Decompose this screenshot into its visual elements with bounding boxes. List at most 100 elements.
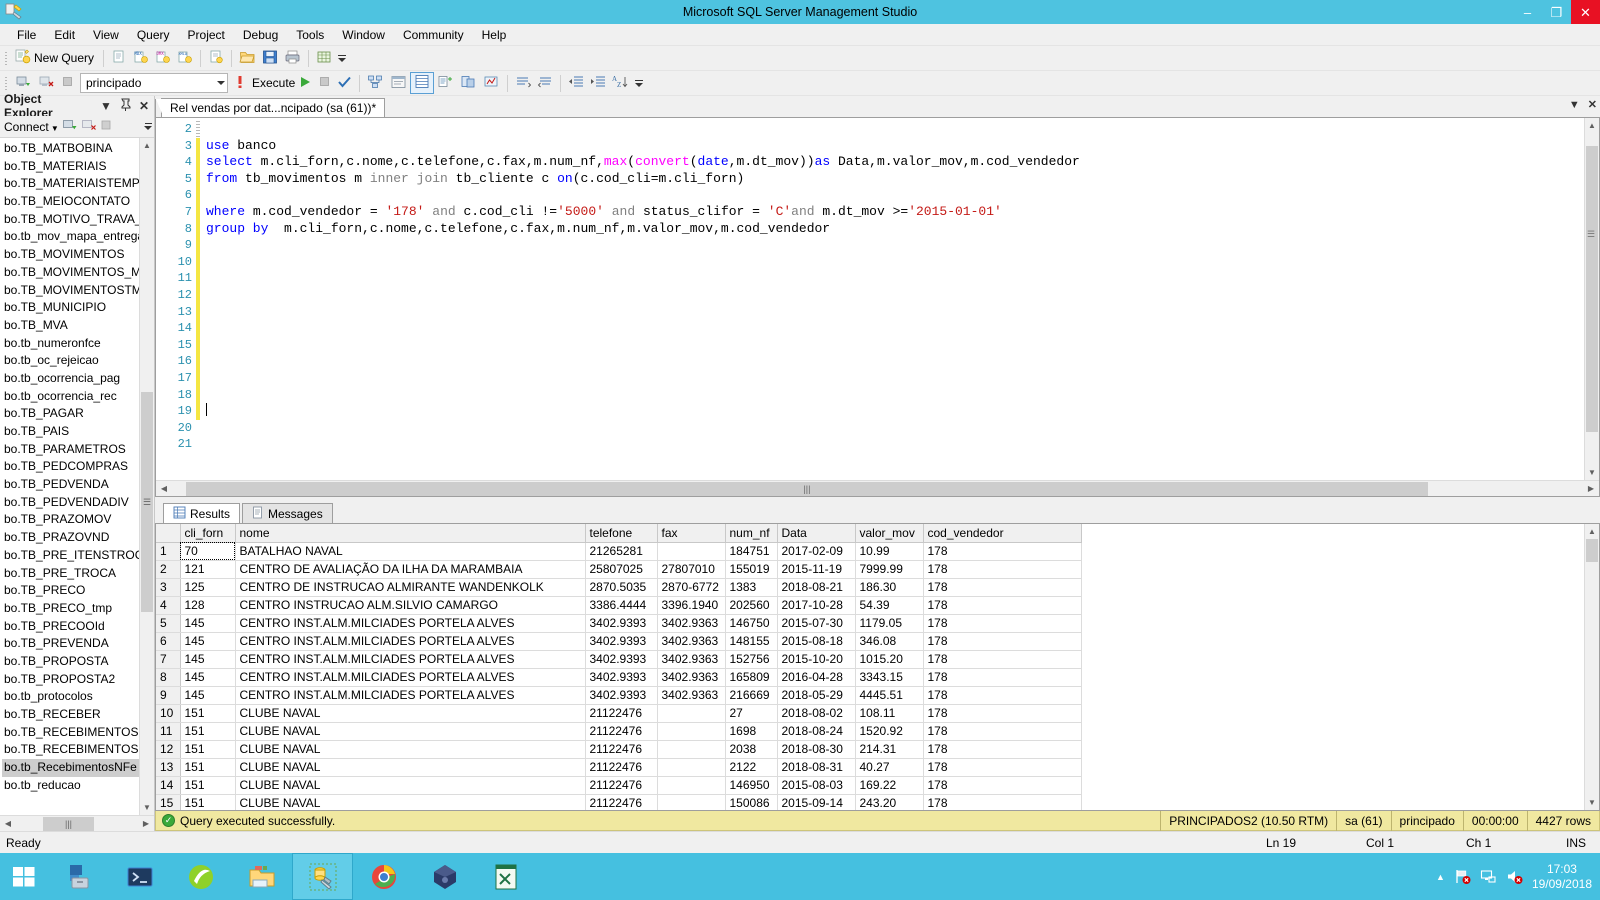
- save-button[interactable]: [259, 47, 281, 69]
- grid-cell[interactable]: 2015-10-20: [777, 650, 856, 669]
- grid-cell[interactable]: 4445.51: [855, 686, 924, 705]
- new-dmx-query-button[interactable]: DMX: [152, 47, 174, 69]
- row-number-cell[interactable]: 6: [156, 632, 181, 651]
- grid-cell[interactable]: 108.11: [855, 704, 924, 723]
- scroll-down-icon[interactable]: ▼: [1585, 465, 1599, 480]
- grid-cell[interactable]: 178: [923, 668, 1082, 687]
- scroll-track[interactable]: ☰: [140, 153, 154, 800]
- grid-cell[interactable]: 21122476: [585, 776, 658, 795]
- grid-cell[interactable]: CLUBE NAVAL: [235, 776, 586, 795]
- connect-object-explorer-icon[interactable]: [62, 118, 78, 136]
- menu-item-file[interactable]: File: [8, 24, 45, 46]
- grid-cell[interactable]: 2017-10-28: [777, 596, 856, 615]
- grid-cell[interactable]: 178: [923, 578, 1082, 597]
- toolbar-grip[interactable]: [3, 49, 10, 67]
- grid-cell[interactable]: CENTRO INST.ALM.MILCIADES PORTELA ALVES: [235, 650, 586, 669]
- grid-cell[interactable]: 21122476: [585, 740, 658, 759]
- scroll-down-icon[interactable]: ▼: [140, 800, 154, 815]
- grid-cell[interactable]: 3402.9363: [657, 632, 726, 651]
- object-explorer-node[interactable]: bo.TB_MUNICIPIO: [2, 299, 139, 317]
- grid-cell[interactable]: 2018-08-21: [777, 578, 856, 597]
- code-line[interactable]: [206, 403, 1584, 420]
- comment-button[interactable]: [512, 72, 534, 94]
- code-line[interactable]: [206, 436, 1584, 453]
- grid-cell[interactable]: 1179.05: [855, 614, 924, 633]
- table-row[interactable]: 14 151 CLUBE NAVAL 21122476 146950 2015-08-03…: [156, 776, 1082, 795]
- grid-cell[interactable]: 152756: [725, 650, 778, 669]
- object-explorer-node[interactable]: bo.tb_protocolos: [2, 688, 139, 706]
- code-line[interactable]: [206, 254, 1584, 271]
- grid-cell[interactable]: 2017-02-09: [777, 542, 856, 561]
- grid-cell[interactable]: 70: [180, 542, 236, 561]
- scroll-left-icon[interactable]: ◀: [0, 816, 16, 832]
- grid-cell[interactable]: [657, 722, 726, 741]
- new-query-button[interactable]: New Query: [12, 47, 99, 69]
- grid-cell[interactable]: 146750: [725, 614, 778, 633]
- grid-cell[interactable]: 3402.9363: [657, 686, 726, 705]
- grid-cell[interactable]: [657, 740, 726, 759]
- object-explorer-vertical-scrollbar[interactable]: ▲ ☰ ▼: [139, 138, 154, 815]
- grid-cell[interactable]: 151: [180, 722, 236, 741]
- object-explorer-node[interactable]: bo.TB_PRE_TROCA: [2, 565, 139, 583]
- object-explorer-node[interactable]: bo.TB_PRAZOVND: [2, 529, 139, 547]
- grid-cell[interactable]: 2122: [725, 758, 778, 777]
- pin-icon[interactable]: [118, 98, 133, 114]
- object-explorer-node[interactable]: bo.TB_MOVIMENTOSTMP: [2, 282, 139, 300]
- grid-cell[interactable]: 27: [725, 704, 778, 723]
- grid-cell[interactable]: 1698: [725, 722, 778, 741]
- grid-cell[interactable]: 150086: [725, 794, 778, 810]
- new-xmla-query-button[interactable]: XMLA: [174, 47, 196, 69]
- grid-column-header[interactable]: cod_vendedor: [923, 524, 1082, 543]
- parse-query-button[interactable]: [334, 72, 355, 94]
- grid-cell[interactable]: CENTRO DE INSTRUCAO ALMIRANTE WANDENKOLK: [235, 578, 586, 597]
- object-explorer-node[interactable]: bo.TB_PROPOSTA: [2, 653, 139, 671]
- toolbar-grip[interactable]: [3, 74, 10, 92]
- row-number-cell[interactable]: 11: [156, 722, 181, 741]
- table-row[interactable]: 1 70 BATALHAO NAVAL 21265281 184751 2017-02-0…: [156, 542, 1082, 561]
- menu-item-debug[interactable]: Debug: [234, 24, 287, 46]
- maximize-button[interactable]: ❐: [1542, 0, 1571, 24]
- object-explorer-horizontal-scrollbar[interactable]: ◀ ||| ▶: [0, 815, 154, 831]
- taskbar-server-manager-icon[interactable]: [48, 853, 109, 900]
- grid-cell[interactable]: CLUBE NAVAL: [235, 740, 586, 759]
- results-to-grid-button[interactable]: [410, 72, 435, 94]
- new-mdx-query-button[interactable]: MDX: [130, 47, 152, 69]
- decrease-indent-button[interactable]: [565, 72, 587, 94]
- row-number-cell[interactable]: 7: [156, 650, 181, 669]
- results-vertical-scrollbar[interactable]: ▲ ▼: [1584, 524, 1599, 810]
- grid-cell[interactable]: 1520.92: [855, 722, 924, 741]
- object-explorer-node[interactable]: bo.TB_MATERIAISTEMP: [2, 175, 139, 193]
- code-line[interactable]: [206, 370, 1584, 387]
- grid-cell[interactable]: BATALHAO NAVAL: [235, 542, 586, 561]
- grid-cell[interactable]: 214.31: [855, 740, 924, 759]
- stop-connection-button[interactable]: [58, 72, 77, 94]
- row-number-cell[interactable]: 1: [156, 542, 181, 561]
- grid-cell[interactable]: 3402.9393: [585, 650, 658, 669]
- object-explorer-node[interactable]: bo.TB_PEDVENDA: [2, 476, 139, 494]
- grid-cell[interactable]: 178: [923, 758, 1082, 777]
- grid-column-header[interactable]: nome: [235, 524, 586, 543]
- code-line[interactable]: [206, 304, 1584, 321]
- document-tab-active[interactable]: Rel vendas por dat...ncipado (sa (61))*: [154, 98, 386, 118]
- code-line[interactable]: where m.cod_vendedor = '178' and c.cod_c…: [206, 204, 1584, 221]
- scroll-right-icon[interactable]: ▶: [138, 816, 154, 832]
- disconnect-button[interactable]: [35, 72, 58, 94]
- grid-cell[interactable]: 2015-11-19: [777, 560, 856, 579]
- include-actual-plan-button[interactable]: [480, 72, 503, 94]
- grid-cell[interactable]: 346.08: [855, 632, 924, 651]
- grid-cell[interactable]: CENTRO INST.ALM.MILCIADES PORTELA ALVES: [235, 668, 586, 687]
- grid-cell[interactable]: 145: [180, 686, 236, 705]
- grid-cell[interactable]: 178: [923, 614, 1082, 633]
- sql-code-text[interactable]: use banco select m.cli_forn,c.nome,c.tele…: [200, 118, 1584, 480]
- table-row[interactable]: 2 121 CENTRO DE AVALIAÇÃO DA ILHA DA MARAM…: [156, 560, 1082, 579]
- open-file-button[interactable]: [236, 47, 259, 69]
- object-explorer-node[interactable]: bo.tb_ocorrencia_pag: [2, 370, 139, 388]
- taskbar-excel-icon[interactable]: [475, 853, 536, 900]
- new-query-current-connection-button[interactable]: [205, 47, 227, 69]
- execute-button[interactable]: Execute: [249, 72, 315, 94]
- grid-cell[interactable]: 3402.9393: [585, 668, 658, 687]
- increase-indent-button[interactable]: [587, 72, 609, 94]
- code-line[interactable]: [206, 387, 1584, 404]
- row-number-cell[interactable]: 2: [156, 560, 181, 579]
- windows-start-icon[interactable]: [0, 853, 48, 900]
